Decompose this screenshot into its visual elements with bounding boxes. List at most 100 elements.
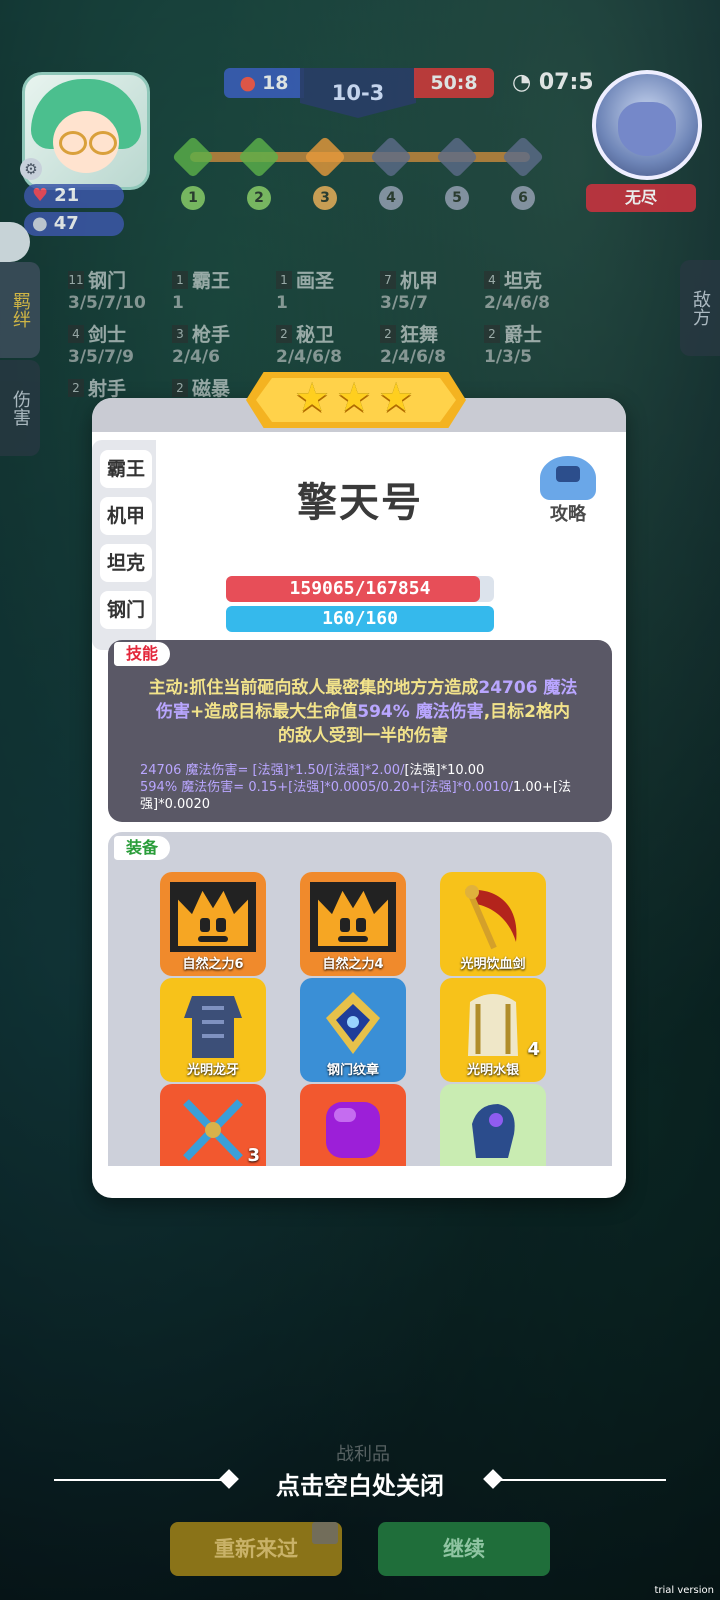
player-hp: ♥ 21	[24, 184, 124, 208]
trait-count: 4	[484, 270, 500, 289]
heart-icon: ♥	[32, 185, 49, 206]
trait-steps: 3/5/7/9	[68, 347, 134, 367]
trait-item[interactable]: 11 钢门 3/5/7/10	[68, 266, 178, 313]
trait-name: 坦克	[504, 270, 543, 292]
graduation-cap-icon	[540, 456, 596, 500]
trait-steps: 3/5/7/10	[68, 293, 146, 313]
equipment-item[interactable]: 光明饮血剑	[440, 872, 546, 976]
equipment-item[interactable]	[440, 1084, 546, 1166]
settings-gear-icon[interactable]: ⚙	[20, 158, 42, 180]
hero-trait-tabs: 霸王 机甲 坦克 钢门	[92, 440, 156, 650]
stage-number: 6	[511, 186, 535, 210]
trait-item[interactable]: 2 射手	[68, 374, 178, 401]
equipment-item[interactable]	[300, 1084, 406, 1166]
trait-name: 霸王	[192, 270, 231, 292]
trait-name: 钢门	[88, 270, 127, 292]
trait-item[interactable]: 2 狂舞 2/4/6/8	[380, 320, 490, 367]
skill-tag: 技能	[114, 642, 171, 666]
coin-icon: ●	[32, 213, 48, 234]
equipment-item[interactable]: 钢门纹章	[300, 978, 406, 1082]
swords-icon	[183, 1099, 243, 1161]
blood-drop-icon: ●	[239, 72, 257, 94]
skill-desc-text: +造成目标最大生命值	[190, 702, 358, 722]
trait-count: 7	[380, 270, 396, 289]
equipment-item-count: 4	[527, 1039, 540, 1060]
trait-tab[interactable]: 机甲	[100, 497, 152, 535]
skill-description: 主动:抓住当前砸向敌人最密集的地方方造成24706 魔法 伤害+造成目标最大生命…	[128, 676, 598, 748]
trait-count: 2	[172, 378, 188, 397]
trait-count: 11	[68, 270, 84, 289]
tab-enemy[interactable]: 敌方	[680, 260, 720, 356]
equipment-item-label: 自然之力6	[182, 957, 244, 972]
gem-icon	[326, 1102, 380, 1158]
trait-item[interactable]: 4 坦克 2/4/6/8	[484, 266, 594, 313]
trait-count: 1	[172, 270, 188, 289]
tab-synergy[interactable]: 羁绊	[0, 262, 40, 358]
enemy-avatar[interactable]	[592, 70, 702, 180]
strategy-button[interactable]: 攻略	[536, 456, 600, 528]
trait-steps: 1/3/5	[484, 347, 532, 367]
trait-item[interactable]: 2 爵士 1/3/5	[484, 320, 594, 367]
player-coins-value: 47	[53, 213, 79, 234]
trait-tab[interactable]: 钢门	[100, 591, 152, 629]
trait-item[interactable]: 3 枪手 2/4/6	[172, 320, 282, 367]
tab-damage[interactable]: 伤害	[0, 360, 40, 456]
blue-score-value: 18	[262, 72, 289, 94]
armor-icon	[184, 996, 242, 1058]
stage-number: 4	[379, 186, 403, 210]
equipment-item[interactable]: 自然之力6	[160, 872, 266, 976]
trait-count: 1	[276, 270, 292, 289]
loot-label: 战利品	[336, 1444, 390, 1465]
trait-item[interactable]: 2 秘卫 2/4/6/8	[276, 320, 386, 367]
trait-steps: 1	[276, 293, 288, 313]
trait-name: 剑士	[88, 324, 127, 346]
star-icon: ★	[336, 375, 372, 421]
trait-steps: 2/4/6/8	[380, 347, 446, 367]
equipment-item[interactable]: 3	[160, 1084, 266, 1166]
trait-count: 2	[68, 378, 84, 397]
equipment-item[interactable]: 自然之力4	[300, 872, 406, 976]
trait-steps: 2/4/6/8	[276, 347, 342, 367]
skill-desc-value: 594% 魔法伤害	[357, 702, 484, 722]
skill-desc-value: 伤害	[156, 702, 190, 722]
trait-item[interactable]: 4 剑士 3/5/7/9	[68, 320, 178, 367]
trait-steps: 2/4/6	[172, 347, 220, 367]
red-score: 50:8	[414, 68, 494, 98]
equipment-item[interactable]: 光明水银 4	[440, 978, 546, 1082]
hero-mana-text: 160/160	[322, 608, 398, 629]
equipment-item-label: 自然之力4	[322, 957, 384, 972]
trait-name: 爵士	[504, 324, 543, 346]
equipment-item-label: 光明饮血剑	[460, 957, 526, 972]
equipment-item-label: 光明水银	[466, 1063, 519, 1078]
formula-line: [法强]*10.00	[404, 763, 485, 778]
crown-icon	[310, 882, 396, 952]
trait-tab[interactable]: 霸王	[100, 450, 152, 488]
trait-steps: 3/5/7	[380, 293, 428, 313]
formula-line: 594% 魔法伤害= 0.15+[法强]*0.0005/0.20+[法强]*0.…	[140, 780, 514, 795]
continue-button[interactable]: 继续	[378, 1522, 550, 1576]
trait-item[interactable]: 1 画圣 1	[276, 266, 386, 313]
cloak-icon	[468, 994, 518, 1056]
trait-tab[interactable]: 坦克	[100, 544, 152, 582]
equipment-panel: 自然之力6 自然之力4 光明饮血剑光明龙牙 钢门纹章 光明水银 4 3	[108, 832, 612, 1166]
blue-score: ● 18	[224, 68, 304, 98]
equipment-tag: 装备	[114, 836, 171, 860]
gauntlet-icon	[472, 1104, 515, 1158]
trait-item[interactable]: 1 霸王 1	[172, 266, 282, 313]
trait-name: 机甲	[400, 270, 439, 292]
equipment-item[interactable]: 光明龙牙	[160, 978, 266, 1082]
skill-desc-value: 24706 魔法	[478, 678, 578, 698]
trait-name: 秘卫	[296, 324, 335, 346]
trait-count: 4	[68, 324, 84, 343]
equipment-item-label: 钢门纹章	[326, 1063, 379, 1078]
trait-item[interactable]: 7 机甲 3/5/7	[380, 266, 490, 313]
emblem-icon	[326, 992, 380, 1054]
video-ad-icon	[312, 1522, 338, 1544]
close-hint[interactable]: 点击空白处关闭	[0, 1466, 720, 1501]
skill-desc-text: ,目标2格内	[483, 702, 570, 722]
strategy-label: 攻略	[550, 504, 586, 525]
skill-desc-text: 的敌人受到一半的伤害	[278, 726, 448, 746]
trait-count: 2	[484, 324, 500, 343]
star-icon: ★	[294, 375, 330, 421]
equipment-item-label: 光明龙牙	[186, 1063, 239, 1078]
